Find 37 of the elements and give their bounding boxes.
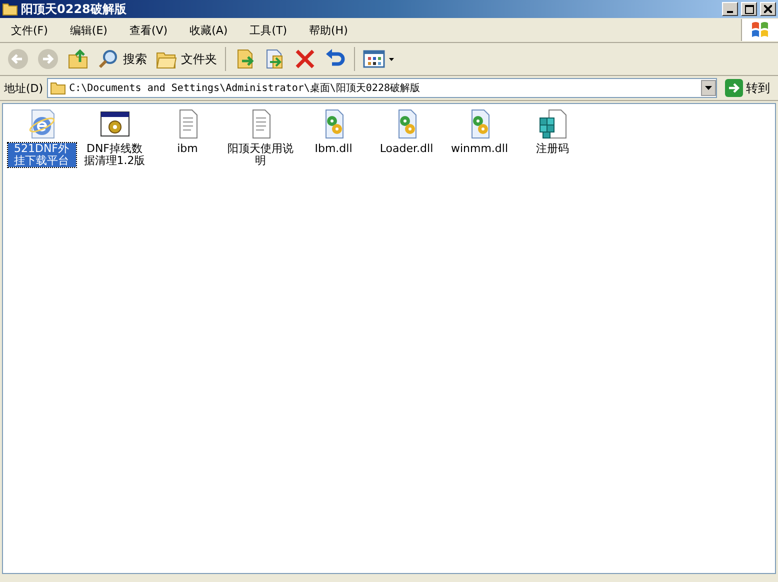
folder-icon xyxy=(2,2,18,16)
close-icon xyxy=(764,5,772,13)
file-item[interactable]: winmm.dll xyxy=(443,108,516,155)
file-item[interactable]: Loader.dll xyxy=(370,108,443,155)
file-item[interactable]: Ibm.dll xyxy=(297,108,370,155)
search-button[interactable]: 搜索 xyxy=(94,46,150,72)
menu-item[interactable]: 帮助(H) xyxy=(298,22,359,38)
delete-icon xyxy=(294,48,316,70)
file-item[interactable]: 阳顶天使用说明 xyxy=(224,108,297,167)
file-item[interactable]: 注册码 xyxy=(516,108,589,155)
caret-icon xyxy=(389,58,394,60)
dropdown-button[interactable] xyxy=(701,80,716,96)
menu-item[interactable]: 查看(V) xyxy=(118,22,179,38)
close-button[interactable] xyxy=(760,2,776,16)
caret-icon xyxy=(705,86,712,90)
folders-button[interactable]: 文件夹 xyxy=(152,46,220,72)
folder-icon xyxy=(50,82,66,94)
search-icon xyxy=(97,48,119,70)
minimize-button[interactable] xyxy=(722,2,738,16)
window-title: 阳顶天0228破解版 xyxy=(21,0,128,18)
menu-item[interactable]: 编辑(E) xyxy=(58,22,118,38)
maximize-icon xyxy=(744,4,754,14)
address-text: C:\Documents and Settings\Administrator\桌面\阳顶天0228破解版 xyxy=(69,82,421,95)
menu-item[interactable]: 文件(F) xyxy=(0,22,59,38)
file-item[interactable]: DNF掉线数据清理1.2版 xyxy=(78,108,151,167)
menu-item[interactable]: 工具(T) xyxy=(238,22,298,38)
address-label: 地址(D) xyxy=(4,80,44,96)
address-field[interactable]: C:\Documents and Settings\Administrator\桌面\阳顶天0228破解版 xyxy=(47,78,717,98)
file-item[interactable]: ibm xyxy=(151,108,224,155)
file-item[interactable]: 521DNF外挂下载平台 xyxy=(5,108,78,167)
go-button[interactable]: 转到 xyxy=(721,79,774,97)
windows-logo-icon xyxy=(750,21,770,39)
folder-up-icon xyxy=(67,48,89,70)
menu-item[interactable]: 收藏(A) xyxy=(178,22,239,38)
maximize-button[interactable] xyxy=(741,2,757,16)
views-icon xyxy=(363,48,385,70)
registry-cubes-icon xyxy=(536,108,568,140)
